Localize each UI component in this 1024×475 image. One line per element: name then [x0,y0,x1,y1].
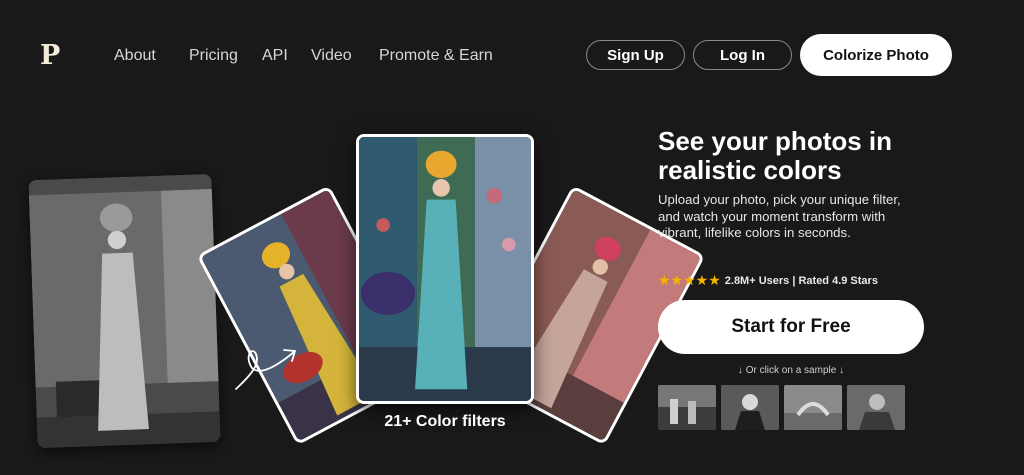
rating-text: 2.8M+ Users | Rated 4.9 Stars [724,274,878,287]
sample-hint: ↓ Or click on a sample ↓ [737,365,845,376]
hero-headline: See your photos in realistic colors [658,126,893,185]
sample-thumbnail[interactable] [847,385,905,430]
logo[interactable]: P [40,42,60,69]
sample-thumbnail[interactable] [658,385,716,430]
log-in-button[interactable]: Log In [693,40,792,70]
sign-up-button[interactable]: Sign Up [586,40,685,70]
start-for-free-button[interactable]: Start for Free [658,300,924,354]
nav-api[interactable]: API [262,47,288,65]
hero-description: Upload your photo, pick your unique filt… [658,192,901,240]
original-photo [28,173,221,449]
nav-promote-earn[interactable]: Promote & Earn [379,47,493,65]
sample-thumbnail[interactable] [721,385,779,430]
star-rating-icon: ★★★★★ [658,272,721,288]
arrow-icon [235,349,297,390]
rating-row: ★★★★★ 2.8M+ Users | Rated 4.9 Stars [658,272,878,289]
colorize-photo-button[interactable]: Colorize Photo [800,34,952,76]
color-filter-card-main[interactable] [356,134,534,404]
sample-thumbnail[interactable] [784,385,842,430]
color-filters-caption: 21+ Color filters [384,413,506,430]
nav-pricing[interactable]: Pricing [189,47,238,65]
nav-video[interactable]: Video [311,47,352,65]
nav-about[interactable]: About [114,47,156,65]
